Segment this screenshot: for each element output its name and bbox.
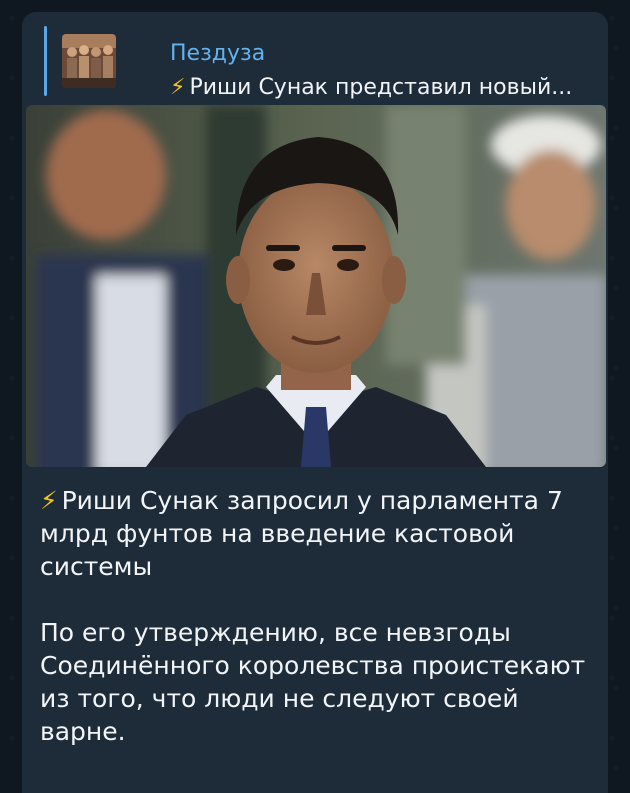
message-photo[interactable]: [26, 105, 606, 467]
reply-thumbnail: [62, 34, 116, 88]
reply-preview-label: Риши Сунак представил новый...: [189, 75, 573, 100]
lightning-icon: ⚡: [40, 486, 58, 515]
reply-author: Пездуза: [170, 41, 266, 66]
message-text: ⚡ Риши Сунак запросил у парламента 7 млрд…: [40, 484, 590, 781]
message-paragraph-1-text: Риши Сунак запросил у парламента 7 млрд …: [40, 486, 563, 581]
message-paragraph-1: ⚡ Риши Сунак запросил у парламента 7 млрд…: [40, 484, 590, 583]
reply-preview[interactable]: Пездуза ⚡ Риши Сунак представил новый...: [44, 26, 584, 100]
chat-background: Пездуза ⚡Риши Сунак представил новый...: [0, 0, 630, 793]
reply-thumbnail-image: [62, 34, 116, 88]
reply-accent-bar: [44, 26, 47, 96]
lightning-icon: ⚡: [170, 75, 186, 100]
photo-image: [26, 105, 606, 467]
message-bubble[interactable]: Пездуза ⚡Риши Сунак представил новый...: [22, 12, 608, 793]
message-paragraph-2: По его утверждению, все невзгоды Соединё…: [40, 618, 586, 746]
reply-preview-text: ⚡ Риши Сунак представил новый...: [170, 75, 590, 101]
